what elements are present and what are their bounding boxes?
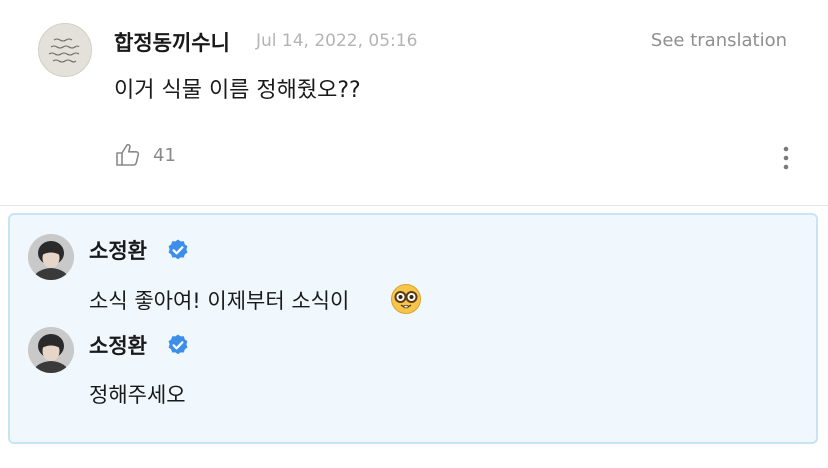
nerd-face-emoji xyxy=(391,284,421,314)
divider xyxy=(0,205,828,206)
reply-text: 소식 좋아여! 이제부터 소식이 xyxy=(89,289,350,313)
see-translation-link[interactable]: See translation xyxy=(651,30,787,51)
comment-timestamp: Jul 14, 2022, 05:16 xyxy=(256,31,418,51)
artist-photo xyxy=(28,327,74,373)
artist-avatar[interactable] xyxy=(28,327,74,373)
artist-photo xyxy=(28,234,74,280)
like-count: 41 xyxy=(153,145,176,166)
comment-text: 이거 식물 이름 정해줬오?? xyxy=(114,78,361,103)
reply-author[interactable]: 소정환 xyxy=(89,330,147,360)
verified-badge-icon xyxy=(168,239,188,260)
handwritten-note-image xyxy=(39,24,91,76)
thumbs-up-icon[interactable] xyxy=(114,141,142,169)
comment-thread: 합정동끼수니 Jul 14, 2022, 05:16 See translati… xyxy=(0,0,828,468)
verified-badge-icon xyxy=(168,334,188,355)
vertical-ellipsis-icon[interactable] xyxy=(774,143,798,173)
artist-replies-box: 소정환 소식 좋아여! 이제부터 소식이 소정환 정해주세오 xyxy=(8,213,818,444)
comment-author[interactable]: 합정동끼수니 xyxy=(114,27,230,57)
reply-author[interactable]: 소정환 xyxy=(89,235,147,265)
artist-avatar[interactable] xyxy=(28,234,74,280)
fan-comment: 합정동끼수니 Jul 14, 2022, 05:16 See translati… xyxy=(0,0,828,205)
fan-avatar[interactable] xyxy=(38,23,92,77)
reply-text: 정해주세오 xyxy=(89,383,186,407)
